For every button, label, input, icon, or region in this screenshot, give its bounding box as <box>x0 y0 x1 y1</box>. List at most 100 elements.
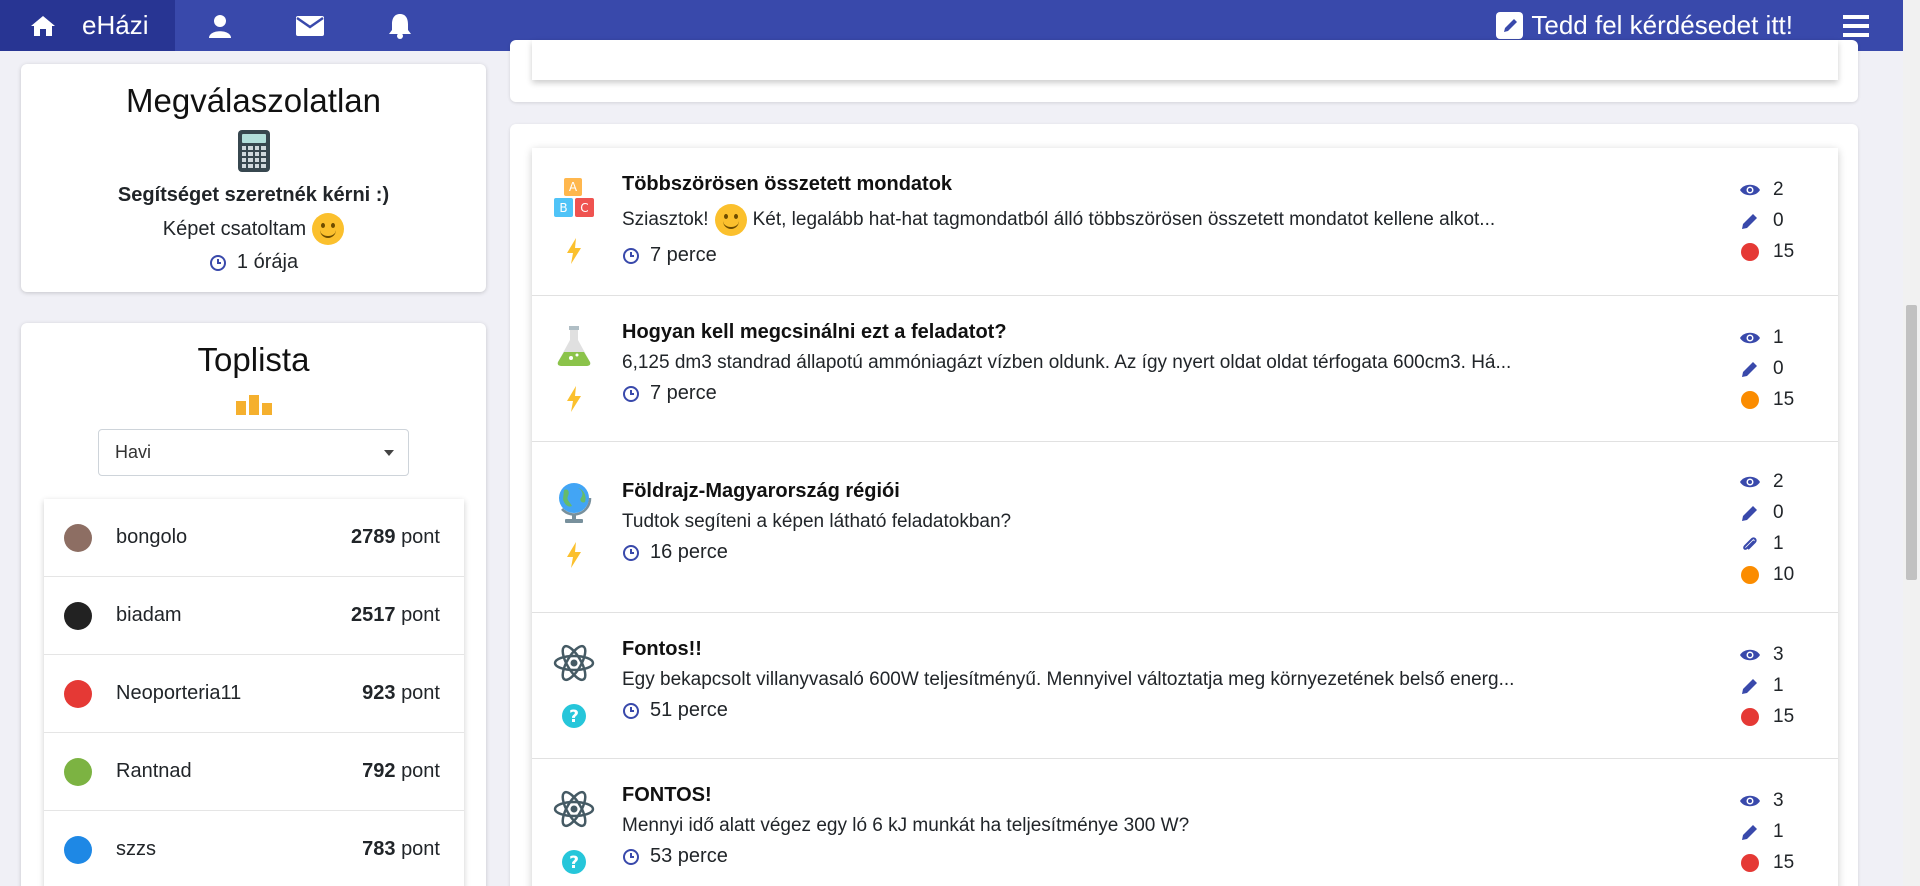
lightning-icon <box>567 238 581 264</box>
question-item[interactable]: Hogyan kell megcsinálni ezt a feladatot?… <box>532 296 1838 442</box>
clock-icon <box>623 385 639 402</box>
question-title[interactable]: Többszörösen összetett mondatok <box>622 173 1622 196</box>
ranking-row[interactable]: szzs 783 pont <box>44 811 464 886</box>
ranking-username[interactable]: Rantnad <box>116 760 362 783</box>
question-item[interactable]: ? Fontos!! Egy bekapcsolt villanyvasaló … <box>532 613 1838 759</box>
answers-count: 0 <box>1773 209 1784 231</box>
ask-question-label: Tedd fel kérdésedet itt! <box>1531 10 1793 40</box>
user-icon <box>209 14 231 38</box>
pencil-square-icon <box>1496 12 1524 39</box>
question-text: Egy bekapcsolt villanyvasaló 600W teljes… <box>622 669 1515 690</box>
question-title[interactable]: FONTOS! <box>622 784 1622 807</box>
toplist-heading: Toplista <box>197 341 310 378</box>
pencil-icon <box>1742 213 1757 229</box>
question-stats: 2 0 15 <box>1739 178 1794 263</box>
avatar <box>64 601 92 630</box>
question-time: 51 perce <box>650 699 728 721</box>
question-time: 7 perce <box>650 244 717 266</box>
questions-feed-card: A B C Többszörösen összetett mondatok Sz… <box>510 124 1858 886</box>
eye-icon <box>1740 649 1760 660</box>
profile-button[interactable] <box>175 0 265 51</box>
eye-icon <box>1740 332 1760 343</box>
home-link[interactable]: eHázi <box>0 0 175 51</box>
question-item[interactable]: ? FONTOS! Mennyi idő alatt végez egy ló … <box>532 759 1838 886</box>
clock-icon <box>623 247 639 264</box>
flask-icon <box>552 324 596 368</box>
abc-blocks-icon: A B C <box>552 176 596 220</box>
avatar <box>64 523 92 552</box>
ranking-username[interactable]: szzs <box>116 838 362 861</box>
question-title[interactable]: Földrajz-Magyarország régiói <box>622 480 1622 503</box>
answers-count: 0 <box>1773 357 1784 379</box>
question-stats: 2 0 1 10 <box>1739 470 1794 586</box>
ranking-username[interactable]: Neoporteria11 <box>116 682 362 705</box>
unanswered-question-body: Képet csatoltam <box>162 217 307 240</box>
svg-text:?: ? <box>569 707 579 727</box>
ranking-points: 2517 pont <box>351 604 440 626</box>
question-time: 16 perce <box>650 541 728 563</box>
points-dot-icon <box>1741 853 1759 872</box>
notifications-button[interactable] <box>355 0 445 51</box>
question-title[interactable]: Fontos!! <box>622 638 1622 661</box>
question-icon: ? <box>562 850 586 874</box>
hamburger-menu-button[interactable] <box>1843 14 1869 37</box>
menu-icon <box>1843 14 1869 37</box>
unanswered-question-time: 1 órája <box>236 251 299 273</box>
question-item[interactable]: A B C Többszörösen összetett mondatok Sz… <box>532 148 1838 296</box>
svg-text:?: ? <box>569 853 579 873</box>
attachments-count: 1 <box>1773 532 1784 554</box>
points-value: 15 <box>1773 851 1795 873</box>
question-title[interactable]: Hogyan kell megcsinálni ezt a feladatot? <box>622 321 1622 344</box>
smiley-icon <box>312 213 345 245</box>
points-value: 15 <box>1773 388 1795 410</box>
points-dot-icon <box>1741 565 1759 584</box>
points-dot-icon <box>1741 242 1759 261</box>
scrollbar-thumb[interactable] <box>1906 305 1917 580</box>
toplist-card: Toplista Havi bongolo 2789 pont biadam 2… <box>21 323 486 886</box>
points-value: 15 <box>1773 240 1795 262</box>
ranking-row[interactable]: Neoporteria11 923 pont <box>44 655 464 733</box>
question-text: Sziasztok! Két, legalább hat-hat tagmond… <box>622 204 1612 236</box>
ranking-row[interactable]: bongolo 2789 pont <box>44 499 464 577</box>
question-stats: 3 1 15 <box>1739 789 1794 874</box>
question-text: 6,125 dm3 standrad állapotú ammóniagázt … <box>622 352 1512 373</box>
pencil-icon <box>1742 361 1757 377</box>
period-select[interactable]: Havi <box>98 429 409 476</box>
clock-icon <box>209 254 226 271</box>
ranking-points: 783 pont <box>362 838 440 860</box>
pencil-icon <box>1742 824 1757 840</box>
questions-list: A B C Többszörösen összetett mondatok Sz… <box>532 148 1838 886</box>
ask-question-link[interactable]: Tedd fel kérdésedet itt! <box>1496 10 1793 41</box>
clock-icon <box>623 702 639 719</box>
question-item[interactable]: Földrajz-Magyarország régiói Tudtok segí… <box>532 442 1838 613</box>
ranking-username[interactable]: biadam <box>116 604 351 627</box>
eye-icon <box>1740 476 1760 487</box>
unanswered-card: Megválaszolatlan Segítséget szeretnék ké… <box>21 64 486 292</box>
avatar <box>64 835 92 864</box>
messages-button[interactable] <box>265 0 355 51</box>
lightning-icon <box>567 386 581 412</box>
eye-icon <box>1740 184 1760 195</box>
podium-icon <box>235 391 272 415</box>
points-dot-icon <box>1741 390 1759 409</box>
page-scrollbar[interactable] <box>1903 0 1920 886</box>
ranking-row[interactable]: biadam 2517 pont <box>44 577 464 655</box>
question-stats: 1 0 15 <box>1739 326 1794 411</box>
avatar <box>64 679 92 708</box>
views-count: 3 <box>1773 789 1784 811</box>
ranking-points: 2789 pont <box>351 526 440 548</box>
views-count: 3 <box>1773 643 1784 665</box>
unanswered-question-title[interactable]: Segítséget szeretnék kérni :) <box>21 184 486 207</box>
pencil-icon <box>1742 678 1757 694</box>
envelope-icon <box>296 15 324 36</box>
question-text: Mennyi idő alatt végez egy ló 6 kJ munká… <box>622 815 1190 836</box>
question-icon: ? <box>562 704 586 728</box>
points-value: 15 <box>1773 705 1795 727</box>
ranking-points: 792 pont <box>362 760 440 782</box>
svg-text:A: A <box>569 180 578 194</box>
previous-feed-card <box>510 40 1858 102</box>
ranking-row[interactable]: Rantnad 792 pont <box>44 733 464 811</box>
question-time: 53 perce <box>650 845 728 867</box>
clock-icon <box>623 544 639 561</box>
ranking-username[interactable]: bongolo <box>116 526 351 549</box>
